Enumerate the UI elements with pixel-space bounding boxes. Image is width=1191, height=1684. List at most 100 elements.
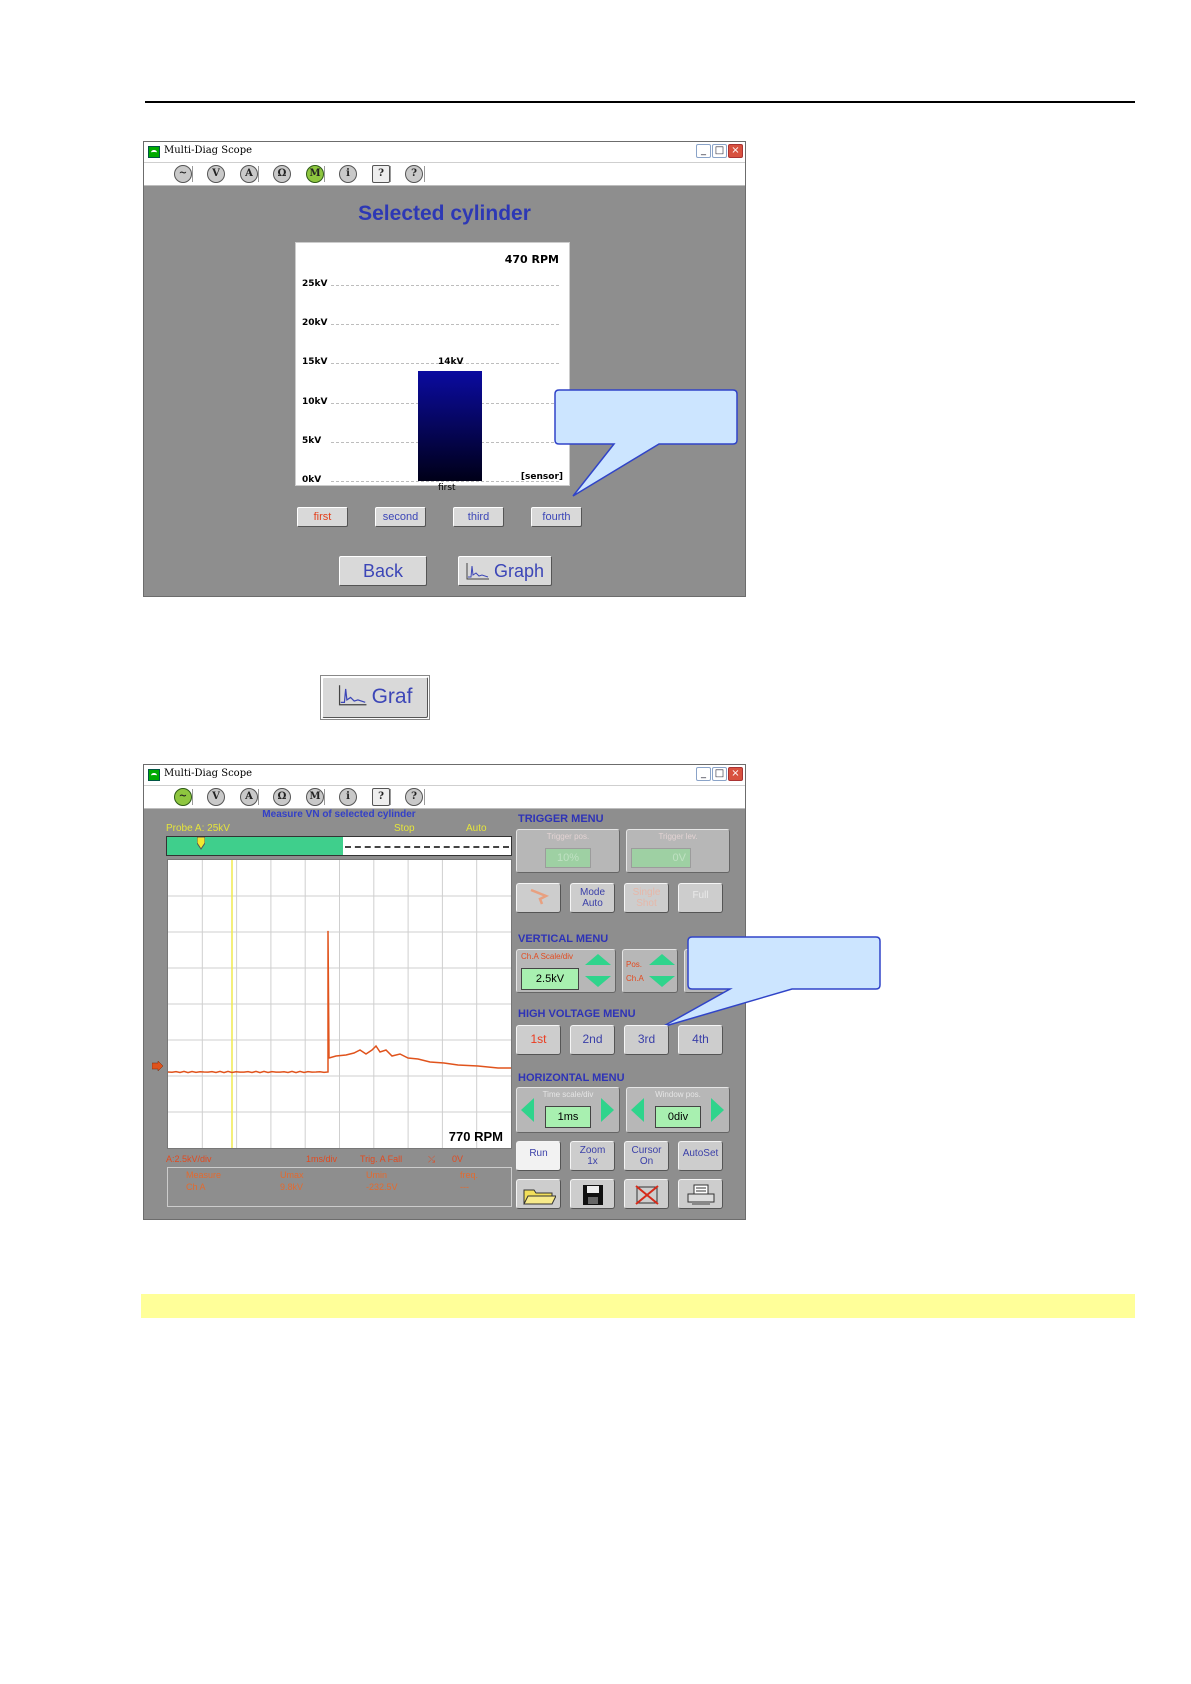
autoset-button[interactable]: AutoSet bbox=[678, 1141, 723, 1171]
cylinder-button-second[interactable]: second bbox=[375, 507, 426, 527]
minimize-button[interactable]: _ bbox=[696, 144, 711, 158]
zoom-button[interactable]: Zoom 1x bbox=[570, 1141, 615, 1171]
y-tick-label: 20kV bbox=[302, 318, 328, 329]
ohm-icon[interactable]: Ω bbox=[273, 788, 291, 806]
voltage-icon[interactable]: V bbox=[207, 165, 225, 183]
title-bar: Multi-Diag Scope _ □ × bbox=[144, 765, 745, 786]
maximize-button[interactable]: □ bbox=[712, 144, 727, 158]
hv-button-1st[interactable]: 1st bbox=[516, 1025, 561, 1055]
delete-button[interactable] bbox=[624, 1179, 669, 1209]
y-tick-label: 25kV bbox=[302, 279, 328, 289]
graph-button[interactable]: Graph bbox=[458, 556, 552, 586]
info-icon[interactable]: i bbox=[339, 788, 357, 806]
window-position-panel: Window pos. 0div bbox=[626, 1087, 730, 1133]
toolbar-separator bbox=[192, 789, 193, 805]
toolbar-separator bbox=[324, 789, 325, 805]
multi-icon[interactable]: M bbox=[306, 788, 324, 806]
toolbar-separator bbox=[424, 789, 425, 805]
voltage-icon[interactable]: V bbox=[207, 788, 225, 806]
open-file-button[interactable] bbox=[516, 1179, 561, 1209]
print-button[interactable] bbox=[678, 1179, 723, 1209]
toolbar-separator bbox=[324, 166, 325, 182]
measure-header: Measure bbox=[186, 1170, 222, 1180]
save-button[interactable] bbox=[570, 1179, 615, 1209]
trigger-pos-field[interactable]: 10% bbox=[545, 848, 591, 868]
trigger-pos-label: Trigger pos. bbox=[546, 832, 590, 841]
time-status: 1ms/div bbox=[306, 1154, 338, 1164]
window-pos-left-arrow[interactable] bbox=[631, 1098, 644, 1122]
help-file-icon[interactable]: ? bbox=[372, 788, 390, 806]
y-tick-label: 5kV bbox=[302, 435, 322, 446]
time-scale-panel: Time scale/div 1ms bbox=[516, 1087, 620, 1133]
hv-button-4th[interactable]: 4th bbox=[678, 1025, 723, 1055]
sine-icon[interactable]: ~ bbox=[174, 165, 192, 183]
graf-button[interactable]: Graf bbox=[322, 677, 428, 718]
time-scale-left-arrow[interactable] bbox=[521, 1098, 534, 1122]
horizontal-menu-title: HORIZONTAL MENU bbox=[518, 1072, 625, 1084]
stop-label: Stop bbox=[394, 823, 415, 834]
cylinder-button-third[interactable]: third bbox=[453, 507, 504, 527]
trigger-level-field[interactable]: 0V bbox=[631, 848, 691, 868]
close-button[interactable]: × bbox=[728, 144, 743, 158]
probe-label: Probe A: 25kV bbox=[166, 823, 230, 834]
cylinder-button-fourth[interactable]: fourth bbox=[531, 507, 582, 527]
run-button[interactable]: Run bbox=[516, 1141, 561, 1171]
measure-title: Measure VN of selected cylinder bbox=[262, 809, 416, 820]
vertical-scale-panel: Ch.A Scale/div 2.5kV bbox=[516, 949, 616, 993]
trigger-position-bar[interactable] bbox=[166, 836, 512, 856]
single-shot-button[interactable]: Single Shot bbox=[624, 883, 669, 913]
trigger-position-panel: Trigger pos. 10% bbox=[516, 829, 620, 873]
hv-button-3rd[interactable]: 3rd bbox=[624, 1025, 669, 1055]
back-button[interactable]: Back bbox=[339, 556, 427, 586]
measure-value: Ch A bbox=[186, 1182, 206, 1192]
trigger-window-dash bbox=[345, 846, 509, 848]
scale-up-arrow[interactable] bbox=[585, 954, 611, 965]
trigger-slope-button[interactable] bbox=[516, 883, 561, 913]
zoom-label: Zoom bbox=[579, 1145, 606, 1156]
info-icon[interactable]: i bbox=[339, 165, 357, 183]
help-file-icon[interactable]: ? bbox=[372, 165, 390, 183]
trigger-marker-icon[interactable] bbox=[197, 837, 205, 851]
toolbar: ~ V A Ω Mi?? bbox=[144, 786, 745, 809]
maximize-button[interactable]: □ bbox=[712, 767, 727, 781]
baseline-marker-icon[interactable] bbox=[152, 1061, 164, 1071]
ampere-icon[interactable]: A bbox=[240, 165, 258, 183]
time-scale-field[interactable]: 1ms bbox=[545, 1106, 591, 1128]
help-icon[interactable]: ? bbox=[405, 788, 423, 806]
graph-icon bbox=[466, 563, 489, 580]
cursor-button[interactable]: Cursor On bbox=[624, 1141, 669, 1171]
trigger-slope-icon bbox=[530, 888, 549, 905]
measurement-table: Measure Umax Umin freq. Ch A 9.8kV -232.5V --- bbox=[167, 1167, 512, 1207]
y-tick-label: 10kV bbox=[302, 396, 328, 407]
rpm-readout: 470 RPM bbox=[504, 253, 559, 266]
full-button[interactable]: Full bbox=[678, 883, 723, 913]
trigger-level-panel: Trigger lev. 0V bbox=[626, 829, 730, 873]
minimize-button[interactable]: _ bbox=[696, 767, 711, 781]
sine-icon[interactable]: ~ bbox=[174, 788, 192, 806]
window-pos-field[interactable]: 0div bbox=[655, 1106, 701, 1128]
close-button[interactable]: × bbox=[728, 767, 743, 781]
ohm-icon[interactable]: Ω bbox=[273, 165, 291, 183]
cylinder-button-first[interactable]: first bbox=[297, 507, 348, 527]
oscilloscope-screen[interactable]: 770 RPM bbox=[167, 859, 512, 1149]
help-icon[interactable]: ? bbox=[405, 165, 423, 183]
toolbar-separator bbox=[258, 166, 259, 182]
scale-down-arrow[interactable] bbox=[585, 976, 611, 987]
app-icon bbox=[148, 146, 160, 158]
trigger-level-label: Trigger lev. bbox=[658, 832, 698, 841]
ampere-icon[interactable]: A bbox=[240, 788, 258, 806]
measure-header: freq. bbox=[460, 1170, 479, 1180]
measure-header: Umax bbox=[280, 1170, 304, 1180]
toolbar-separator bbox=[390, 166, 391, 182]
page-top-rule bbox=[145, 101, 1135, 103]
mode-auto-button[interactable]: Mode Auto bbox=[570, 883, 615, 913]
graph-icon bbox=[338, 685, 367, 706]
app-icon bbox=[148, 769, 160, 781]
multi-icon[interactable]: M bbox=[306, 165, 324, 183]
hv-button-2nd[interactable]: 2nd bbox=[570, 1025, 615, 1055]
toolbar-separator bbox=[424, 166, 425, 182]
graf-label: Graf bbox=[371, 685, 413, 708]
time-scale-right-arrow[interactable] bbox=[601, 1098, 614, 1122]
window-pos-right-arrow[interactable] bbox=[711, 1098, 724, 1122]
scale-field[interactable]: 2.5kV bbox=[521, 968, 579, 990]
